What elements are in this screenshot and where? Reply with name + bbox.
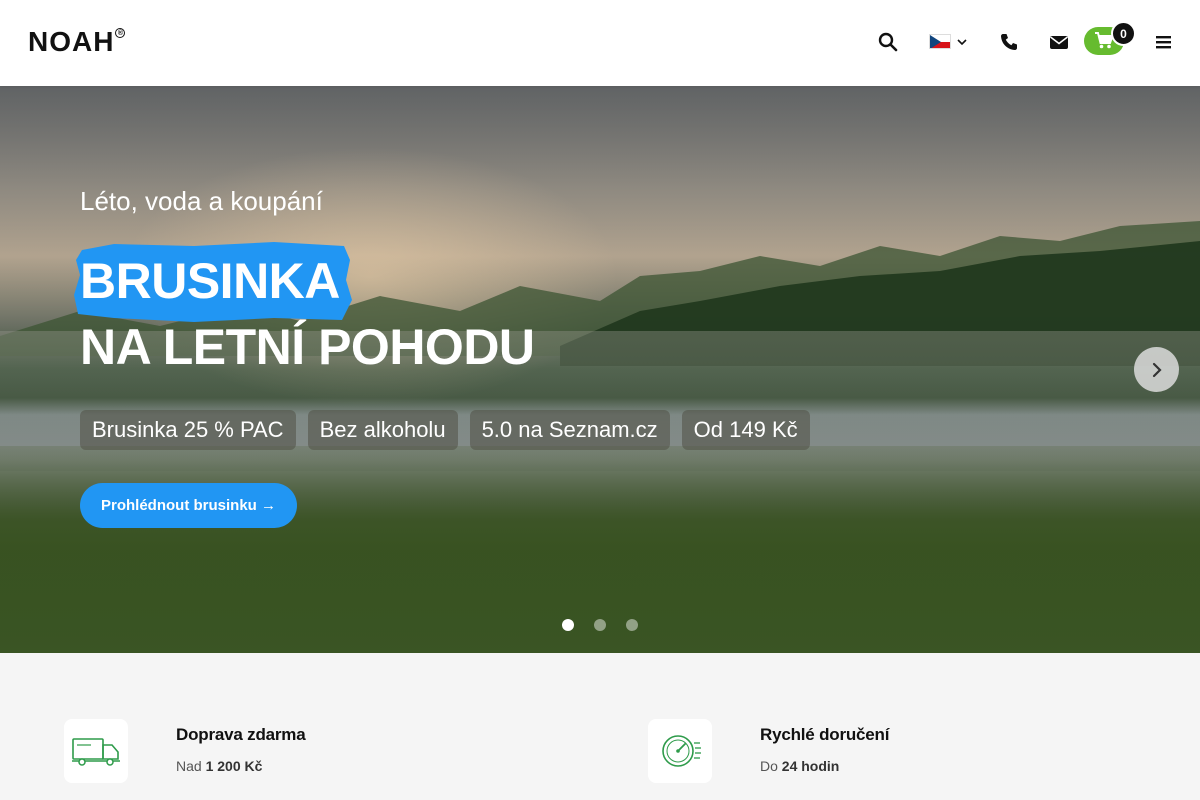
feature-sub-value: 24 hodin: [781, 758, 840, 774]
slider-dot-1[interactable]: [562, 619, 574, 631]
logo-text: NOAH: [28, 26, 115, 57]
feature-sub-prefix: Nad: [176, 758, 206, 774]
feature-sub-value: 1 200 Kč: [205, 758, 263, 774]
feature-sub-delivery: Do 24 hodin: [760, 758, 839, 774]
slider-pagination: [562, 619, 638, 631]
speedometer-clock-icon: [648, 719, 712, 783]
feature-title-shipping: Doprava zdarma: [176, 725, 306, 744]
hero-banner: Léto, voda a koupání BRUSINKA NA LETNÍ P…: [0, 86, 1200, 653]
hamburger-menu-icon[interactable]: [1152, 30, 1176, 54]
feature-title-delivery: Rychlé doručení: [760, 725, 890, 744]
logo[interactable]: NOAH ®: [28, 26, 126, 57]
feature-sub-prefix: Do: [760, 758, 782, 774]
truck-icon: [64, 719, 128, 783]
hero-subtitle: Léto, voda a koupání: [80, 186, 323, 216]
hero-title: NA LETNÍ POHODU: [80, 319, 535, 375]
search-icon[interactable]: [876, 30, 900, 54]
chip-price: Od 149 Kč: [681, 410, 810, 450]
hero-title-highlight: BRUSINKA: [80, 253, 340, 309]
cart-count-badge: 0: [1111, 21, 1136, 46]
chevron-right-icon: [1152, 362, 1162, 377]
language-selector[interactable]: [929, 34, 967, 49]
chip-rating: 5.0 na Seznam.cz: [469, 410, 670, 450]
view-cranberry-button[interactable]: Prohlédnout brusinku →: [80, 483, 297, 528]
slider-dot-2[interactable]: [594, 619, 606, 631]
slider-next-button[interactable]: [1134, 347, 1179, 392]
hero-feature-chips: Brusinka 25 % PAC Bez alkoholu 5.0 na Se…: [80, 410, 810, 450]
phone-icon[interactable]: [997, 30, 1021, 54]
features-strip: Doprava zdarma Nad 1 200 Kč Rychlé doruč…: [0, 653, 1200, 800]
slider-dot-3[interactable]: [626, 619, 638, 631]
czech-flag-icon: [929, 34, 951, 49]
chip-alcohol-free: Bez alkoholu: [307, 410, 458, 450]
chevron-down-icon: [957, 38, 967, 45]
site-header: NOAH ® 0: [0, 0, 1200, 86]
registered-mark: ®: [115, 28, 126, 38]
chip-pac: Brusinka 25 % PAC: [80, 410, 296, 450]
feature-sub-shipping: Nad 1 200 Kč: [176, 758, 262, 774]
envelope-icon[interactable]: [1047, 30, 1071, 54]
